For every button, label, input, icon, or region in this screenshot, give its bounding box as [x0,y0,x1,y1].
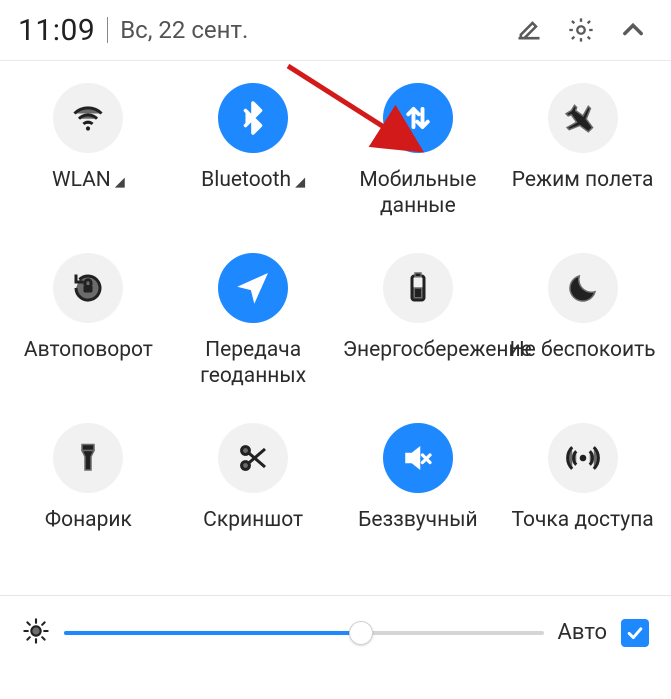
tile-label: Не беспокоить [510,337,656,363]
tile-label: WLAN◢ [52,167,125,193]
tile-label: Режим полета [512,167,654,193]
slider-fill [64,631,361,635]
clock-date: Вс, 22 сент. [120,16,248,44]
wifi-icon [53,83,123,153]
tile-hotspot[interactable]: Точка доступа [500,423,665,593]
tile-flashlight[interactable]: Фонарик [6,423,171,593]
tile-label: Автоповорот [24,337,153,363]
airplane-icon [548,83,618,153]
rotate-lock-icon [53,253,123,323]
clock-time: 11:09 [18,13,95,48]
quick-settings-grid: WLAN◢ Bluetooth◢ Мобильные данные Режим … [0,61,671,595]
settings-gear-icon[interactable] [561,10,601,50]
collapse-chevron-icon[interactable] [613,10,653,50]
mobile-data-icon [383,83,453,153]
tile-label: Передача геоданных [178,337,328,390]
tile-airplane[interactable]: Режим полета [500,83,665,253]
brightness-row: Авто [0,595,671,659]
flashlight-icon [53,423,123,493]
moon-icon [548,253,618,323]
tile-label: Фонарик [45,507,132,533]
location-icon [218,253,288,323]
scissors-icon [218,423,288,493]
tile-auto-rotate[interactable]: Автоповорот [6,253,171,423]
brightness-icon [22,617,50,649]
tile-label: Bluetooth◢ [201,167,305,193]
status-bar: 11:09 Вс, 22 сент. [0,0,671,61]
slider-thumb[interactable] [349,621,373,645]
tile-location[interactable]: Передача геоданных [171,253,336,423]
tile-screenshot[interactable]: Скриншот [171,423,336,593]
battery-icon [383,253,453,323]
tile-label: Точка доступа [512,507,654,533]
hotspot-icon [548,423,618,493]
tile-power-save[interactable]: Энергосбережение [336,253,501,423]
edit-icon[interactable] [509,10,549,50]
speaker-mute-icon [383,423,453,493]
tile-bluetooth[interactable]: Bluetooth◢ [171,83,336,253]
tile-mobile-data[interactable]: Мобильные данные [336,83,501,253]
tile-label: Мобильные данные [343,167,493,220]
tile-label: Энергосбережение [343,337,493,363]
auto-brightness-label: Авто [558,620,607,645]
tile-dnd[interactable]: Не беспокоить [500,253,665,423]
bluetooth-icon [218,83,288,153]
auto-brightness-checkbox[interactable] [621,619,649,647]
tile-label: Беззвучный [358,507,478,533]
tile-label: Скриншот [203,507,303,533]
tile-mute[interactable]: Беззвучный [336,423,501,593]
tile-wlan[interactable]: WLAN◢ [6,83,171,253]
brightness-slider[interactable] [64,615,544,651]
divider [107,17,108,43]
